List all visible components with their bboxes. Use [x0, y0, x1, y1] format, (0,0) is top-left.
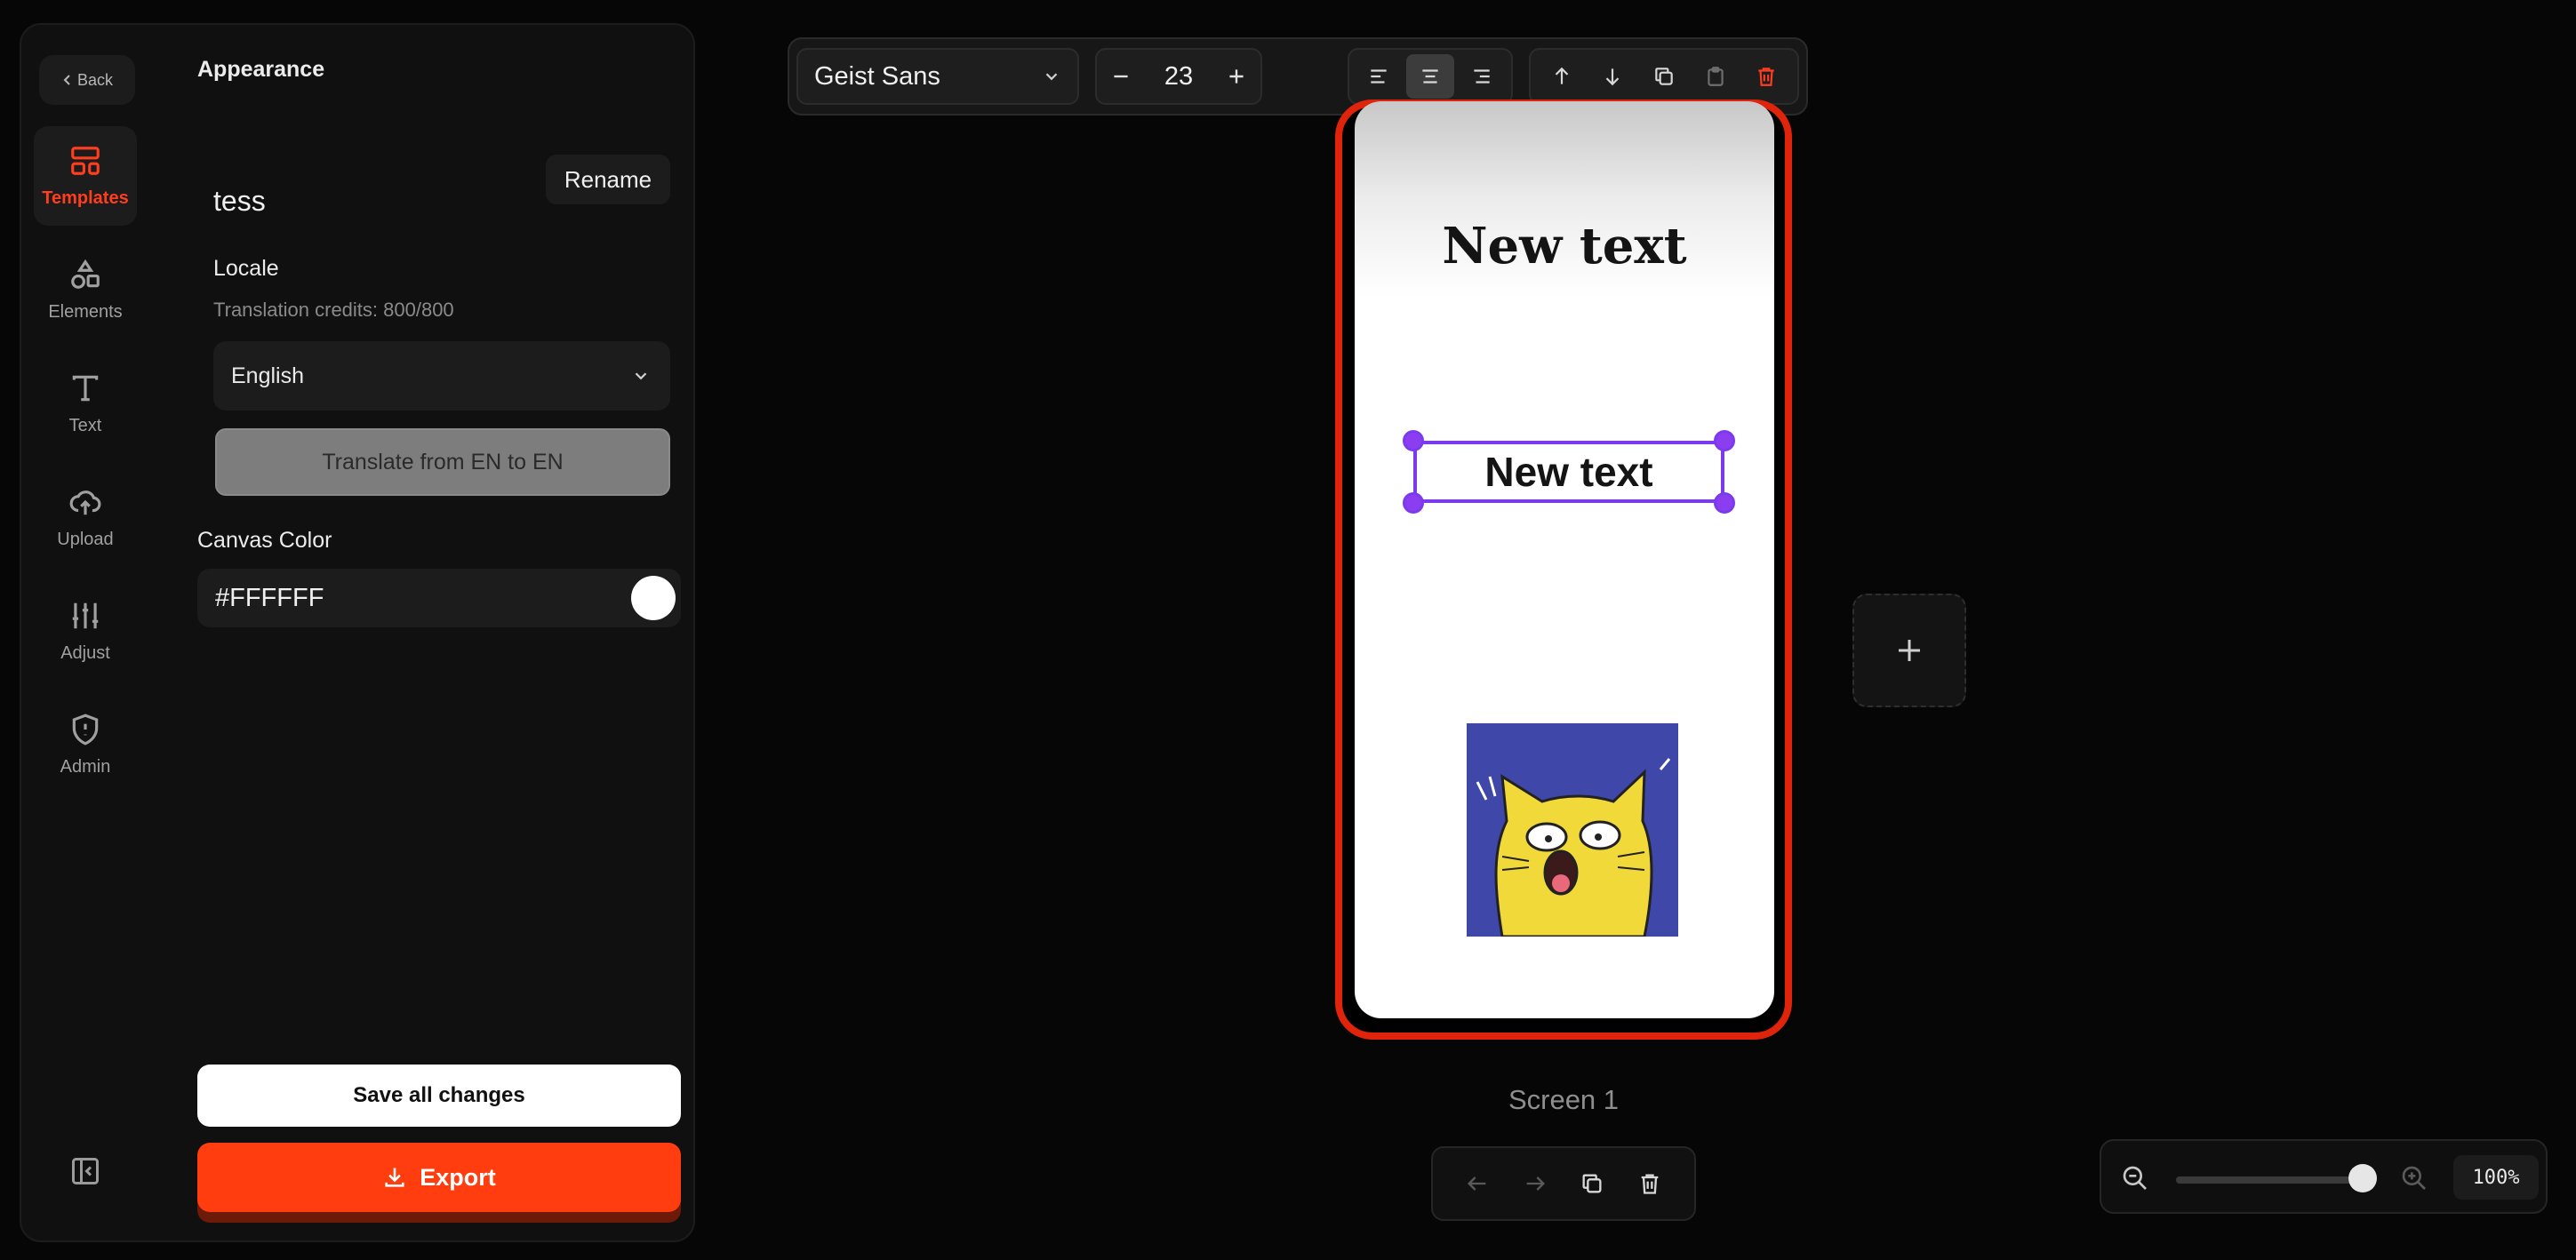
- font-family-value: Geist Sans: [814, 61, 940, 91]
- selected-text[interactable]: New text: [1417, 444, 1721, 499]
- export-button[interactable]: Export: [197, 1143, 681, 1212]
- sliders-icon: [72, 602, 99, 628]
- text-icon: [72, 375, 99, 401]
- resize-handle-top-right[interactable]: [1714, 430, 1735, 451]
- screen-label: Screen 1: [1508, 1084, 1620, 1115]
- canvas-color-field[interactable]: #FFFFFF: [197, 569, 681, 627]
- save-all-button[interactable]: Save all changes: [197, 1065, 681, 1127]
- align-center-icon: [1422, 69, 1438, 84]
- resize-handle-bottom-left[interactable]: [1403, 492, 1424, 514]
- delete-screen-icon[interactable]: [1637, 1171, 1662, 1196]
- align-right-icon: [1474, 69, 1490, 84]
- panel-left-icon: [72, 1158, 99, 1184]
- shapes-icon: [71, 259, 100, 289]
- arrow-right-icon[interactable]: [1523, 1171, 1548, 1196]
- sidebar-item-label: Elements: [48, 301, 123, 322]
- heading-text[interactable]: New text: [1355, 217, 1774, 275]
- resize-handle-top-left[interactable]: [1403, 430, 1424, 451]
- duplicate-screen-icon[interactable]: [1580, 1171, 1604, 1196]
- color-swatch[interactable]: [631, 576, 676, 620]
- sidebar-item-templates[interactable]: Templates: [34, 126, 137, 226]
- sidebar: Back Templates Elements Text Upload Adju…: [20, 23, 695, 1242]
- sidebar-item-label: Adjust: [60, 642, 110, 663]
- zoom-level[interactable]: 100%: [2453, 1155, 2539, 1200]
- align-right-button[interactable]: [1458, 54, 1506, 99]
- language-value: English: [231, 363, 304, 388]
- back-label: Back: [76, 70, 114, 89]
- trash-icon[interactable]: [1755, 65, 1778, 88]
- layer-actions: [1529, 48, 1799, 105]
- screen-canvas[interactable]: New text New text: [1355, 101, 1774, 1018]
- plus-icon[interactable]: [1225, 65, 1248, 88]
- sidebar-item-adjust[interactable]: Adjust: [34, 581, 137, 681]
- panel-title: Appearance: [197, 57, 325, 82]
- minus-icon[interactable]: [1109, 65, 1132, 88]
- language-select[interactable]: English: [213, 341, 670, 411]
- copy-icon[interactable]: [1652, 65, 1676, 88]
- back-button[interactable]: Back: [39, 55, 135, 105]
- chevron-down-icon: [635, 372, 647, 380]
- font-size-value[interactable]: 23: [1164, 62, 1193, 92]
- sidebar-item-label: Templates: [42, 187, 129, 208]
- download-icon: [385, 1168, 404, 1187]
- add-screen-button[interactable]: [1852, 594, 1966, 707]
- canvas-color-label: Canvas Color: [197, 528, 332, 553]
- translate-button[interactable]: Translate from EN to EN: [215, 428, 670, 496]
- align-left-icon: [1371, 69, 1387, 84]
- export-label: Export: [420, 1163, 496, 1191]
- zoom-control: 100%: [2100, 1139, 2548, 1214]
- plus-icon: [1899, 640, 1920, 661]
- arrow-up-icon[interactable]: [1550, 65, 1573, 88]
- zoom-slider-thumb[interactable]: [2348, 1164, 2377, 1192]
- sidebar-item-text[interactable]: Text: [34, 354, 137, 453]
- align-left-button[interactable]: [1355, 54, 1403, 99]
- arrow-down-icon[interactable]: [1601, 65, 1624, 88]
- cat-image[interactable]: [1467, 723, 1678, 937]
- templates-icon: [71, 146, 100, 175]
- sidebar-item-admin[interactable]: Admin: [34, 695, 137, 794]
- zoom-in-icon[interactable]: [2400, 1164, 2428, 1192]
- font-size-stepper: 23: [1095, 48, 1262, 105]
- chevron-left-icon: [63, 75, 70, 85]
- zoom-slider[interactable]: [2176, 1176, 2372, 1184]
- selected-text-box[interactable]: New text: [1403, 430, 1735, 514]
- shield-icon: [72, 713, 99, 746]
- sidebar-item-label: Admin: [60, 756, 111, 777]
- canvas-color-value: #FFFFFF: [215, 583, 324, 612]
- sidebar-item-label: Upload: [57, 529, 114, 549]
- zoom-out-icon[interactable]: [2121, 1164, 2149, 1192]
- screen-controls: [1431, 1146, 1696, 1221]
- arrow-left-icon[interactable]: [1465, 1171, 1490, 1196]
- cloud-upload-icon: [69, 490, 101, 514]
- sidebar-item-upload[interactable]: Upload: [34, 467, 137, 567]
- rename-button[interactable]: Rename: [546, 155, 670, 204]
- resize-handle-bottom-right[interactable]: [1714, 492, 1735, 514]
- font-family-select[interactable]: Geist Sans: [796, 48, 1079, 105]
- clipboard-icon[interactable]: [1704, 65, 1727, 88]
- nav-rail: Back Templates Elements Text Upload Adju…: [21, 25, 149, 1240]
- surprised-cat-image: [1467, 723, 1678, 937]
- align-center-button[interactable]: [1406, 54, 1454, 99]
- collapse-sidebar-button[interactable]: [69, 1155, 101, 1187]
- project-name: tess: [213, 185, 266, 217]
- alignment-group: [1348, 48, 1513, 105]
- sidebar-item-elements[interactable]: Elements: [34, 240, 137, 339]
- chevron-down-icon: [1045, 73, 1058, 81]
- locale-label: Locale: [213, 256, 279, 281]
- translation-credits: Translation credits: 800/800: [213, 299, 454, 321]
- appearance-panel: Appearance tess Rename Locale Translatio…: [178, 25, 693, 1240]
- sidebar-item-label: Text: [68, 415, 102, 435]
